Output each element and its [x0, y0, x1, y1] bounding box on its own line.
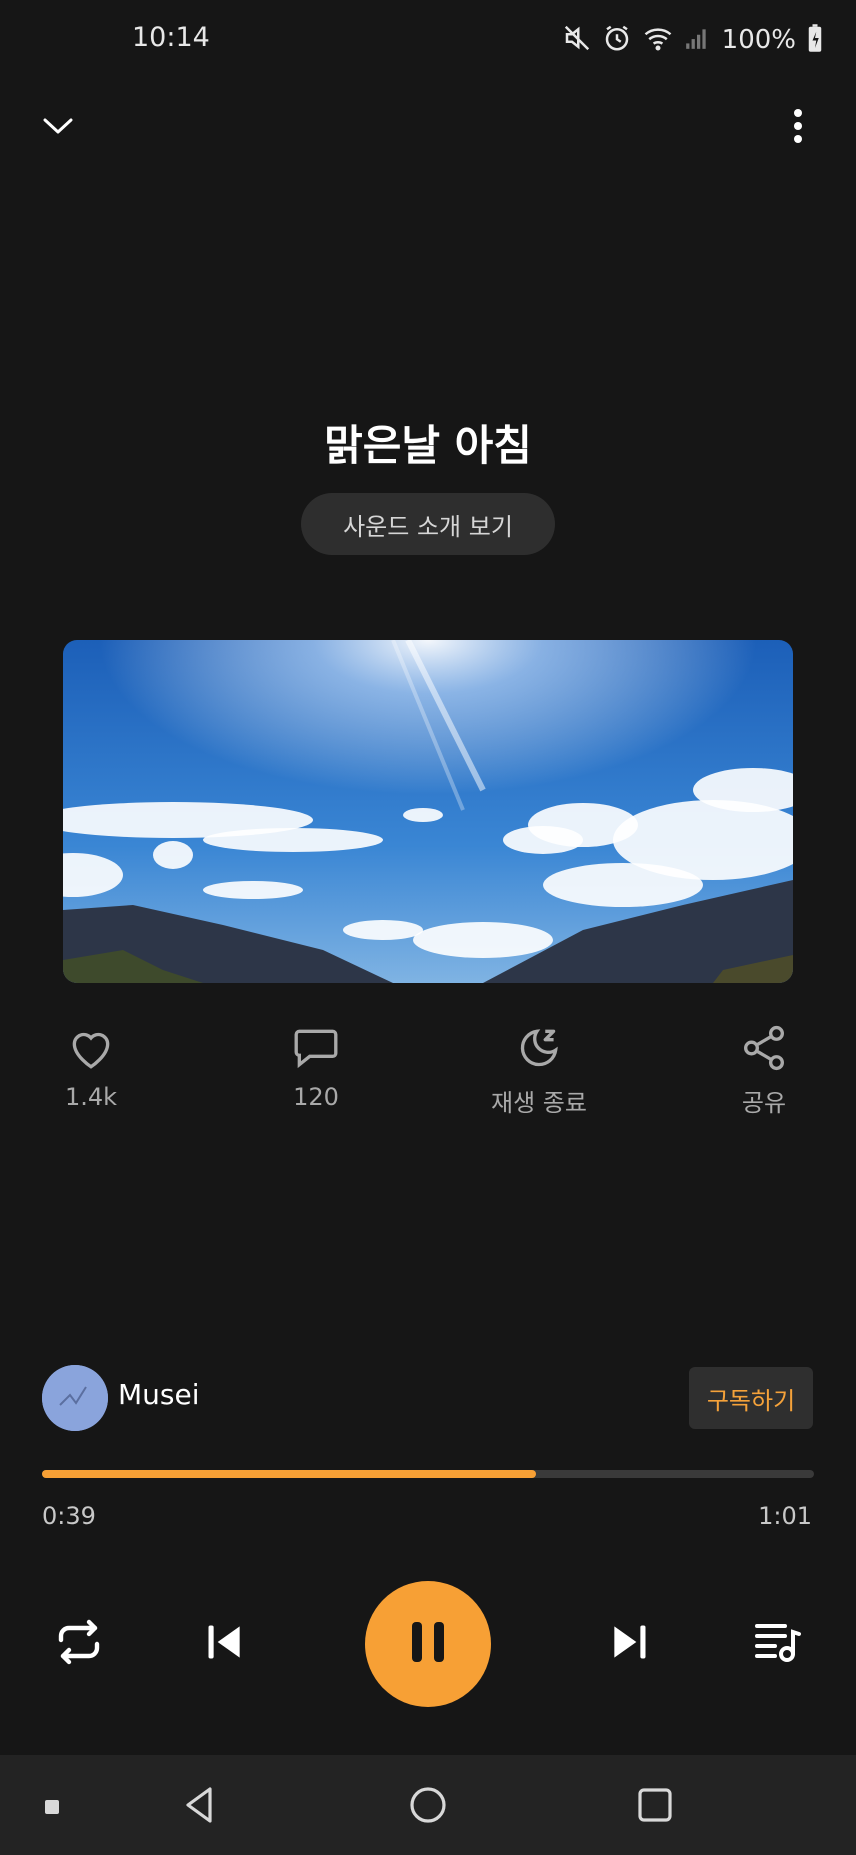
- artist-avatar[interactable]: [42, 1365, 108, 1431]
- back-icon[interactable]: [176, 1781, 224, 1833]
- previous-button[interactable]: [194, 1613, 256, 1675]
- more-vertical-icon: [792, 108, 804, 148]
- signal-icon: [684, 24, 710, 56]
- repeat-button[interactable]: [48, 1613, 110, 1675]
- heart-icon: [66, 1032, 116, 1075]
- more-options-button[interactable]: [768, 98, 828, 158]
- previous-icon: [203, 1620, 247, 1668]
- repeat-icon: [55, 1618, 103, 1670]
- current-time: 0:39: [42, 1502, 96, 1530]
- collapse-button[interactable]: [28, 98, 88, 158]
- wifi-icon: [642, 23, 674, 57]
- battery-charging-icon: [806, 23, 824, 57]
- pause-icon: [408, 1618, 448, 1670]
- comment-count: 120: [293, 1083, 339, 1111]
- chevron-down-icon: [41, 115, 75, 141]
- battery-percent: 100%: [721, 25, 796, 55]
- home-icon[interactable]: [404, 1781, 452, 1833]
- next-icon: [607, 1620, 651, 1668]
- alarm-icon: [602, 23, 632, 57]
- share-button[interactable]: 공유: [694, 1025, 834, 1118]
- recent-dot-icon: [45, 1799, 59, 1818]
- playlist-button[interactable]: [746, 1613, 808, 1675]
- recents-icon[interactable]: [631, 1781, 679, 1833]
- pause-button[interactable]: [365, 1581, 491, 1707]
- status-time: 10:14: [132, 22, 210, 53]
- like-button[interactable]: 1.4k: [21, 1025, 161, 1111]
- share-icon: [739, 1025, 789, 1075]
- moon-sleep-icon: [514, 1029, 564, 1075]
- total-time: 1:01: [758, 1502, 812, 1530]
- playlist-icon: [753, 1620, 801, 1668]
- progress-fill: [42, 1470, 537, 1478]
- track-title: 맑은날 아침: [324, 421, 532, 470]
- like-count: 1.4k: [64, 1083, 118, 1111]
- share-label: 공유: [741, 1089, 787, 1117]
- cover-image: [63, 640, 793, 983]
- comment-button[interactable]: 120: [246, 1025, 386, 1111]
- comment-icon: [291, 1029, 341, 1075]
- progress-bar[interactable]: [42, 1470, 814, 1478]
- navigation-bar: [0, 1755, 856, 1855]
- sleep-timer-button[interactable]: 재생 종료: [469, 1025, 609, 1118]
- mute-icon: [562, 23, 592, 57]
- subscribe-button[interactable]: 구독하기: [689, 1367, 813, 1429]
- artist-name[interactable]: Musei: [118, 1378, 200, 1411]
- sound-intro-button[interactable]: 사운드 소개 보기: [301, 493, 555, 555]
- sleep-timer-label: 재생 종료: [491, 1089, 587, 1117]
- status-icons: 100%: [562, 20, 824, 60]
- next-button[interactable]: [598, 1613, 660, 1675]
